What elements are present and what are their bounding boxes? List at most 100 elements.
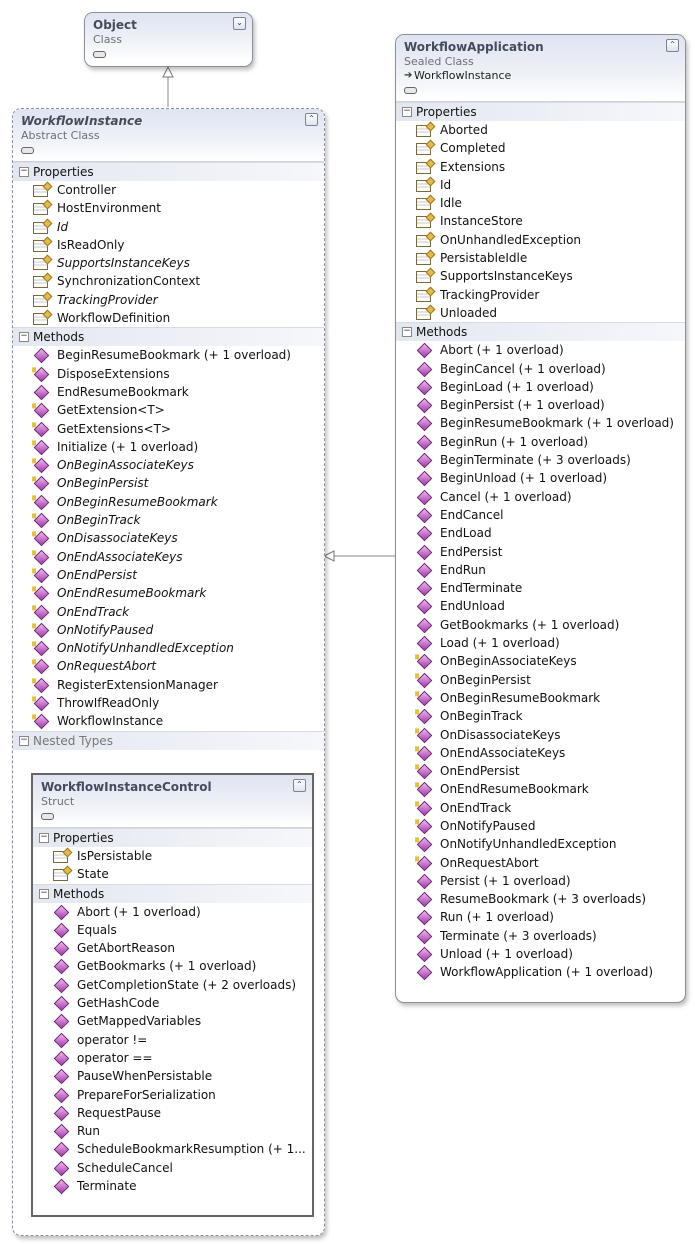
methods-section-header[interactable]: − Methods (396, 322, 685, 342)
property-item[interactable]: Id (13, 218, 324, 236)
collapse-minus-icon[interactable]: − (19, 735, 29, 746)
method-item[interactable]: WorkflowInstance (13, 712, 324, 730)
property-item[interactable]: TrackingProvider (396, 286, 685, 304)
method-item[interactable]: Abort (+ 1 overload) (396, 341, 685, 359)
method-item[interactable]: Unload (+ 1 overload) (396, 945, 685, 963)
method-item[interactable]: WorkflowApplication (+ 1 overload) (396, 963, 685, 981)
property-item[interactable]: PersistableIdle (396, 249, 685, 267)
collapse-minus-icon[interactable]: − (19, 332, 29, 343)
property-item[interactable]: SynchronizationContext (13, 272, 324, 290)
properties-section-header[interactable]: − Properties (33, 828, 312, 847)
method-item[interactable]: EndLoad (396, 524, 685, 542)
method-item[interactable]: BeginResumeBookmark (+ 1 overload) (396, 414, 685, 432)
method-item[interactable]: OnBeginAssociateKeys (13, 456, 324, 474)
collapse-minus-icon[interactable]: − (19, 167, 29, 177)
object-class-box[interactable]: Object Class ⌄ (84, 12, 253, 67)
property-item[interactable]: TrackingProvider (13, 291, 324, 309)
property-item[interactable]: Unloaded (396, 304, 685, 322)
method-item[interactable]: PauseWhenPersistable (33, 1067, 312, 1085)
method-item[interactable]: EndPersist (396, 543, 685, 561)
method-item[interactable]: OnDisassociateKeys (396, 726, 685, 744)
method-item[interactable]: OnEndTrack (13, 603, 324, 621)
collapse-minus-icon[interactable]: − (39, 888, 49, 899)
method-item[interactable]: OnNotifyUnhandledException (396, 835, 685, 853)
method-item[interactable]: OnBeginPersist (13, 474, 324, 492)
method-item[interactable]: BeginUnload (+ 1 overload) (396, 469, 685, 487)
method-item[interactable]: BeginResumeBookmark (+ 1 overload) (13, 346, 324, 364)
property-item[interactable]: WorkflowDefinition (13, 309, 324, 327)
method-item[interactable]: RegisterExtensionManager (13, 676, 324, 694)
method-item[interactable]: OnEndTrack (396, 799, 685, 817)
expand-icon[interactable]: ⌄ (233, 17, 246, 30)
workflow-application-class-box[interactable]: WorkflowApplication Sealed Class ➔ Workf… (395, 34, 686, 1003)
method-item[interactable]: GetBookmarks (+ 1 overload) (33, 957, 312, 975)
property-item[interactable]: Completed (396, 139, 685, 157)
method-item[interactable]: OnEndResumeBookmark (13, 584, 324, 602)
method-item[interactable]: GetExtension<T> (13, 401, 324, 419)
method-item[interactable]: Persist (+ 1 overload) (396, 872, 685, 890)
method-item[interactable]: OnBeginResumeBookmark (396, 689, 685, 707)
method-item[interactable]: Run (+ 1 overload) (396, 908, 685, 926)
method-item[interactable]: Load (+ 1 overload) (396, 634, 685, 652)
method-item[interactable]: BeginPersist (+ 1 overload) (396, 396, 685, 414)
method-item[interactable]: OnDisassociateKeys (13, 529, 324, 547)
method-item[interactable]: OnNotifyPaused (13, 621, 324, 639)
method-item[interactable]: BeginCancel (+ 1 overload) (396, 360, 685, 378)
method-item[interactable]: OnBeginAssociateKeys (396, 652, 685, 670)
property-item[interactable]: Aborted (396, 121, 685, 139)
methods-section-header[interactable]: − Methods (13, 327, 324, 347)
property-item[interactable]: Extensions (396, 158, 685, 176)
method-item[interactable]: BeginTerminate (+ 3 overloads) (396, 451, 685, 469)
method-item[interactable]: Equals (33, 921, 312, 939)
collapse-icon[interactable]: ⌃ (293, 779, 306, 792)
method-item[interactable]: ResumeBookmark (+ 3 overloads) (396, 890, 685, 908)
method-item[interactable]: Cancel (+ 1 overload) (396, 488, 685, 506)
method-item[interactable]: OnBeginTrack (396, 707, 685, 725)
property-item[interactable]: InstanceStore (396, 212, 685, 230)
method-item[interactable]: OnEndResumeBookmark (396, 780, 685, 798)
method-item[interactable]: OnNotifyUnhandledException (13, 639, 324, 657)
method-item[interactable]: BeginLoad (+ 1 overload) (396, 378, 685, 396)
method-item[interactable]: Terminate (+ 3 overloads) (396, 927, 685, 945)
property-item[interactable]: SupportsInstanceKeys (396, 267, 685, 285)
method-item[interactable]: ScheduleCancel (33, 1159, 312, 1177)
method-item[interactable]: OnRequestAbort (396, 854, 685, 872)
method-item[interactable]: Run (33, 1122, 312, 1140)
method-item[interactable]: EndCancel (396, 506, 685, 524)
property-item[interactable]: State (33, 865, 312, 883)
properties-section-header[interactable]: − Properties (396, 102, 685, 121)
property-item[interactable]: Idle (396, 194, 685, 212)
method-item[interactable]: OnBeginResumeBookmark (13, 493, 324, 511)
property-item[interactable]: Id (396, 176, 685, 194)
method-item[interactable]: OnEndPersist (396, 762, 685, 780)
property-item[interactable]: HostEnvironment (13, 199, 324, 217)
method-item[interactable]: OnRequestAbort (13, 657, 324, 675)
property-item[interactable]: IsPersistable (33, 847, 312, 865)
method-item[interactable]: OnBeginPersist (396, 671, 685, 689)
method-item[interactable]: EndUnload (396, 597, 685, 615)
method-item[interactable]: EndRun (396, 561, 685, 579)
workflow-instance-control-struct-box[interactable]: WorkflowInstanceControl Struct ⌃ − Prope… (31, 773, 314, 1217)
collapse-minus-icon[interactable]: − (402, 107, 412, 117)
method-item[interactable]: GetCompletionState (+ 2 overloads) (33, 976, 312, 994)
method-item[interactable]: Terminate (33, 1177, 312, 1195)
property-item[interactable]: IsReadOnly (13, 236, 324, 254)
method-item[interactable]: PrepareForSerialization (33, 1086, 312, 1104)
collapse-minus-icon[interactable]: − (402, 327, 412, 338)
properties-section-header[interactable]: − Properties (13, 162, 324, 181)
property-item[interactable]: SupportsInstanceKeys (13, 254, 324, 272)
method-item[interactable]: EndResumeBookmark (13, 383, 324, 401)
method-item[interactable]: EndTerminate (396, 579, 685, 597)
method-item[interactable]: OnBeginTrack (13, 511, 324, 529)
nested-types-section-header[interactable]: − Nested Types (13, 730, 324, 750)
method-item[interactable]: GetAbortReason (33, 939, 312, 957)
collapse-minus-icon[interactable]: − (39, 833, 49, 843)
method-item[interactable]: OnEndPersist (13, 566, 324, 584)
property-item[interactable]: Controller (13, 181, 324, 199)
method-item[interactable]: Abort (+ 1 overload) (33, 903, 312, 921)
method-item[interactable]: operator == (33, 1049, 312, 1067)
collapse-icon[interactable]: ⌃ (666, 39, 679, 52)
method-item[interactable]: OnEndAssociateKeys (396, 744, 685, 762)
methods-section-header[interactable]: − Methods (33, 883, 312, 903)
method-item[interactable]: OnNotifyPaused (396, 817, 685, 835)
